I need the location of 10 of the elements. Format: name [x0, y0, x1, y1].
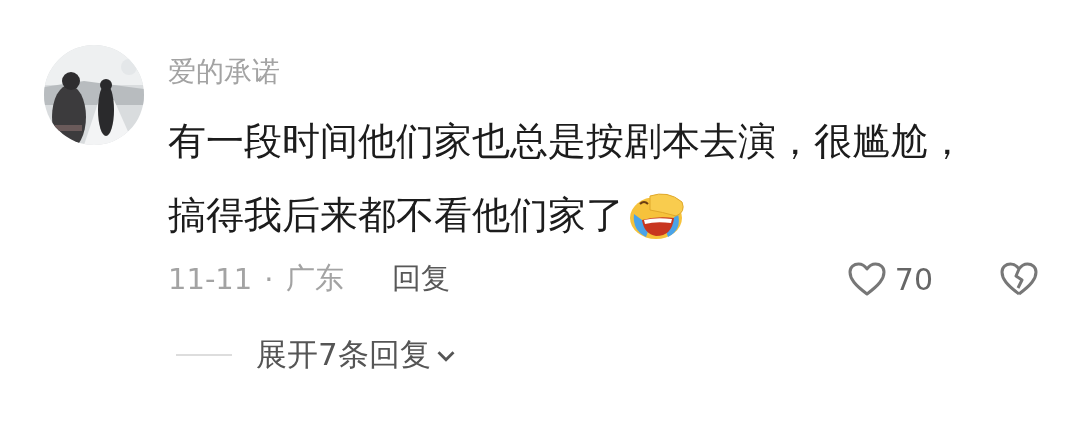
comment-text: 搞得我后来都不看他们家了: [168, 192, 624, 239]
comment-text: 有一段时间他们家也总是按剧本去演，很尴尬，: [168, 118, 966, 165]
comment-location: 广东: [285, 260, 344, 297]
like-button[interactable]: 70: [846, 261, 933, 297]
like-count: 70: [894, 261, 933, 297]
expand-replies-button[interactable]: 展开7条回复: [256, 334, 457, 376]
separator-dot: ·: [264, 262, 274, 296]
comment-date: 11-11: [168, 262, 253, 296]
reply-button[interactable]: 回复: [391, 259, 450, 299]
broken-heart-dislike-button[interactable]: [999, 261, 1039, 297]
